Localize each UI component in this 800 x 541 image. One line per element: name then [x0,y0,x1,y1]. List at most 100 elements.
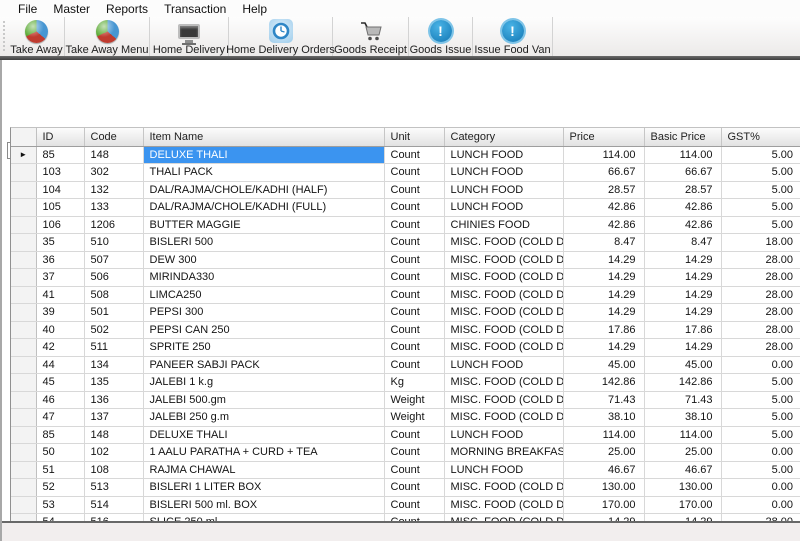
current-row-arrow-icon[interactable]: ► [11,146,36,164]
table-cell[interactable]: 105 [36,199,84,217]
table-cell[interactable]: MISC. FOOD (COLD DR... [444,339,563,357]
table-cell[interactable]: 28.00 [721,251,800,269]
table-cell[interactable]: LUNCH FOOD [444,164,563,182]
table-cell[interactable]: 136 [84,391,143,409]
table-cell[interactable]: JALEBI 250 g.m [143,409,384,427]
table-cell[interactable]: 39 [36,304,84,322]
table-cell[interactable]: 44 [36,356,84,374]
table-cell[interactable]: MISC. FOOD (COLD DR... [444,286,563,304]
table-cell[interactable]: Count [384,251,444,269]
take-away-menu-button[interactable]: Take Away Menu [65,17,150,56]
table-cell[interactable]: 5.00 [721,181,800,199]
table-cell[interactable]: 37 [36,269,84,287]
table-cell[interactable]: 14.29 [563,269,644,287]
table-cell[interactable]: 42.86 [644,199,721,217]
row-selector-cell[interactable] [11,234,36,252]
table-cell[interactable]: LUNCH FOOD [444,146,563,164]
table-cell[interactable]: 5.00 [721,374,800,392]
row-selector-cell[interactable] [11,356,36,374]
table-cell[interactable]: 46.67 [563,461,644,479]
table-cell[interactable]: BUTTER MAGGIE [143,216,384,234]
table-cell[interactable]: 5.00 [721,409,800,427]
goods-receipt-button[interactable]: Goods Receipt [333,17,409,56]
table-cell[interactable]: 102 [84,444,143,462]
table-cell[interactable]: 114.00 [644,146,721,164]
table-row[interactable]: 35510BISLERI 500CountMISC. FOOD (COLD DR… [11,234,800,252]
goods-issue-button[interactable]: ! Goods Issue [409,17,473,56]
table-cell[interactable]: 8.47 [563,234,644,252]
table-cell[interactable]: DAL/RAJMA/CHOLE/KADHI (HALF) [143,181,384,199]
table-cell[interactable]: MISC. FOOD (COLD DR... [444,374,563,392]
table-row[interactable]: 44134PANEER SABJI PACKCountLUNCH FOOD45.… [11,356,800,374]
table-cell[interactable]: 35 [36,234,84,252]
table-cell[interactable]: LUNCH FOOD [444,426,563,444]
table-cell[interactable]: 28.00 [721,339,800,357]
table-row[interactable]: 52513BISLERI 1 LITER BOXCountMISC. FOOD … [11,479,800,497]
table-cell[interactable]: 28.57 [644,181,721,199]
table-cell[interactable]: 0.00 [721,479,800,497]
table-cell[interactable]: 135 [84,374,143,392]
table-cell[interactable]: Count [384,444,444,462]
table-cell[interactable]: 85 [36,146,84,164]
row-selector-cell[interactable] [11,391,36,409]
take-away-button[interactable]: Take Away [9,17,65,56]
row-selector-cell[interactable] [11,181,36,199]
table-cell[interactable]: 42.86 [563,216,644,234]
row-selector-cell[interactable] [11,304,36,322]
table-cell[interactable]: 511 [84,339,143,357]
table-cell[interactable]: MISC. FOOD (COLD DR... [444,269,563,287]
table-cell[interactable]: 1 AALU PARATHA + CURD + TEA [143,444,384,462]
table-cell[interactable]: Count [384,304,444,322]
table-cell[interactable]: 14.29 [563,304,644,322]
table-cell[interactable]: 516 [84,514,143,522]
table-cell[interactable]: MISC. FOOD (COLD DR... [444,234,563,252]
table-cell[interactable]: 17.86 [644,321,721,339]
table-row[interactable]: 54516SLICE 250 mlCountMISC. FOOD (COLD D… [11,514,800,522]
table-cell[interactable]: MORNING BREAKFAST [444,444,563,462]
table-cell[interactable]: Count [384,426,444,444]
row-selector-cell[interactable] [11,374,36,392]
table-cell[interactable]: 52 [36,479,84,497]
table-cell[interactable]: 46 [36,391,84,409]
table-cell[interactable]: Count [384,479,444,497]
table-cell[interactable]: PEPSI CAN 250 [143,321,384,339]
table-cell[interactable]: 302 [84,164,143,182]
table-cell[interactable]: Count [384,234,444,252]
table-row[interactable]: 41508LIMCA250CountMISC. FOOD (COLD DR...… [11,286,800,304]
menu-transaction[interactable]: Transaction [156,1,234,17]
table-cell[interactable]: Count [384,146,444,164]
table-cell[interactable]: 71.43 [644,391,721,409]
table-row[interactable]: 45135JALEBI 1 k.gKgMISC. FOOD (COLD DR..… [11,374,800,392]
table-cell[interactable]: DAL/RAJMA/CHOLE/KADHI (FULL) [143,199,384,217]
table-cell[interactable]: PEPSI 300 [143,304,384,322]
table-cell[interactable]: Count [384,181,444,199]
table-cell[interactable]: JALEBI 500.gm [143,391,384,409]
table-cell[interactable]: MISC. FOOD (COLD DR... [444,496,563,514]
table-cell[interactable]: 53 [36,496,84,514]
table-cell[interactable]: 71.43 [563,391,644,409]
home-delivery-button[interactable]: Home Delivery [150,17,229,56]
table-cell[interactable]: 5.00 [721,146,800,164]
table-cell[interactable]: PANEER SABJI PACK [143,356,384,374]
table-cell[interactable]: 14.29 [644,304,721,322]
table-cell[interactable]: Count [384,356,444,374]
column-header-gst-[interactable]: GST% [721,128,800,146]
table-cell[interactable]: 142.86 [644,374,721,392]
table-row[interactable]: ►85148DELUXE THALICountLUNCH FOOD114.001… [11,146,800,164]
table-cell[interactable]: MISC. FOOD (COLD DR... [444,514,563,522]
row-selector-cell[interactable] [11,514,36,522]
table-cell[interactable]: 514 [84,496,143,514]
menu-master[interactable]: Master [45,1,98,17]
table-cell[interactable]: 502 [84,321,143,339]
table-cell[interactable]: 104 [36,181,84,199]
column-header-item-name[interactable]: Item Name [143,128,384,146]
table-cell[interactable]: 14.29 [563,339,644,357]
row-selector-cell[interactable] [11,479,36,497]
table-row[interactable]: 46136JALEBI 500.gmWeightMISC. FOOD (COLD… [11,391,800,409]
table-cell[interactable]: 28.57 [563,181,644,199]
table-cell[interactable]: Count [384,164,444,182]
table-cell[interactable]: Count [384,514,444,522]
table-row[interactable]: 53514BISLERI 500 ml. BOXCountMISC. FOOD … [11,496,800,514]
table-cell[interactable]: Count [384,321,444,339]
table-cell[interactable]: 38.10 [644,409,721,427]
